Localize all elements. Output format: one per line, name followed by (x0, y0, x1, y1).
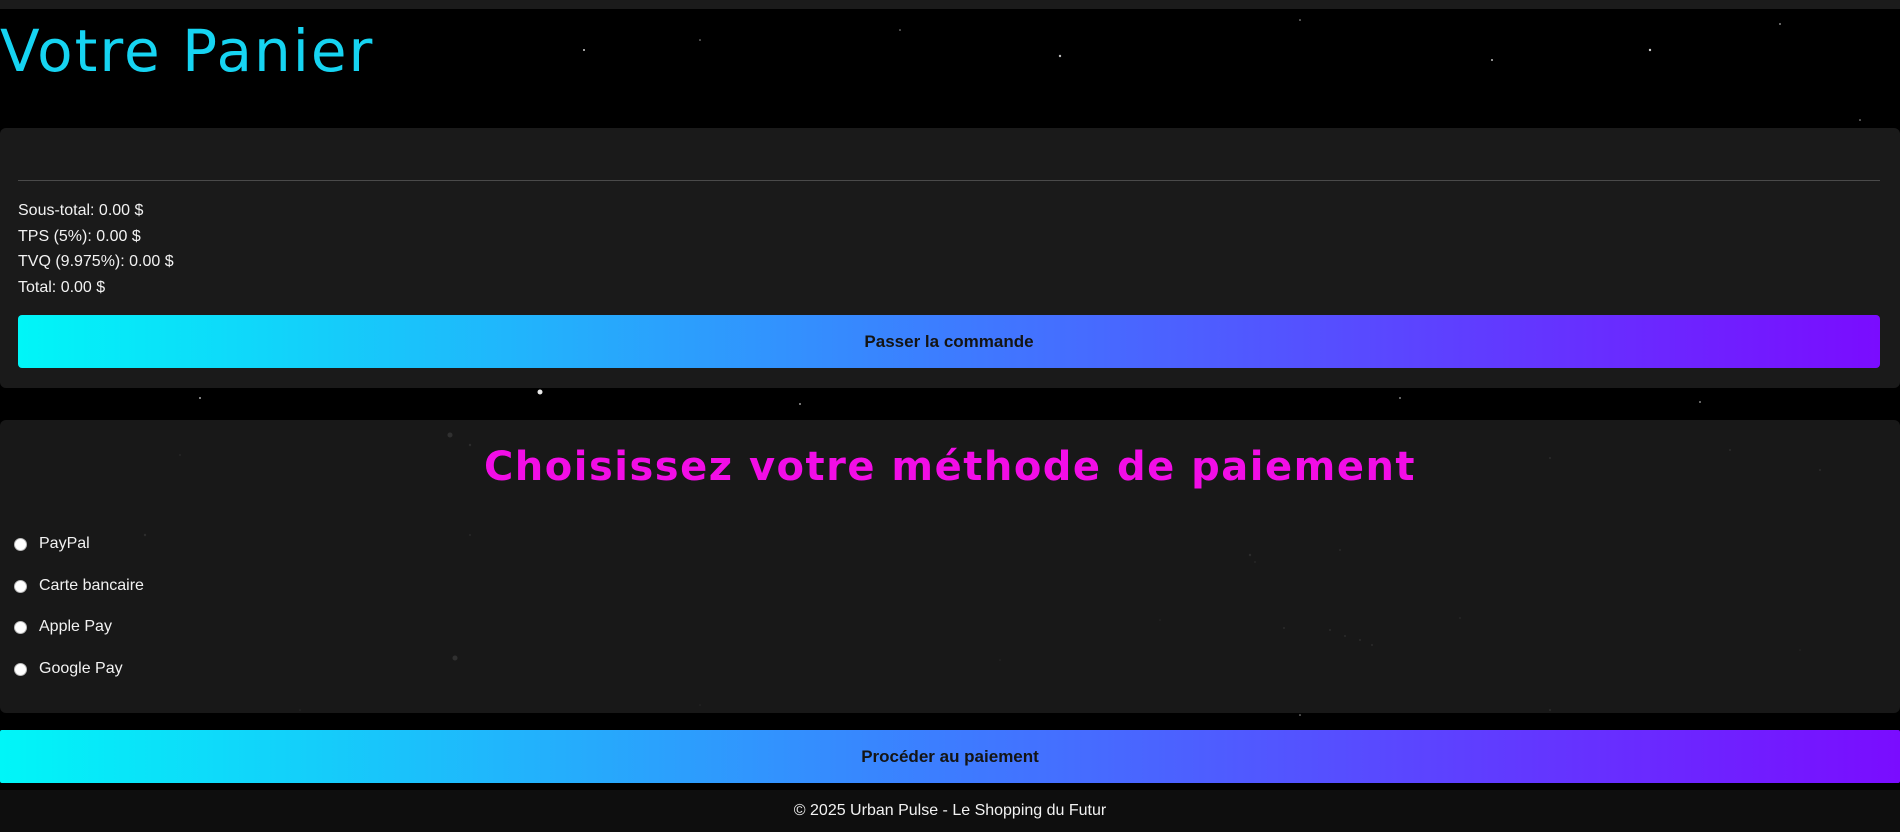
payment-option-label: Apple Pay (39, 618, 112, 635)
subtotal-text: Sous-total: 0.00 $ (18, 202, 144, 219)
cart-totals: Sous-total: 0.00 $ TPS (5%): 0.00 $ TVQ … (18, 198, 174, 300)
top-strip (0, 0, 1900, 9)
payment-option-paypal[interactable]: PayPal (14, 535, 90, 553)
cart-divider (18, 180, 1880, 181)
radio-paypal[interactable] (14, 537, 27, 551)
cart-summary-panel: Sous-total: 0.00 $ TPS (5%): 0.00 $ TVQ … (0, 128, 1900, 388)
radio-apple-pay[interactable] (14, 620, 27, 634)
checkout-button[interactable]: Passer la commande (18, 315, 1880, 368)
payment-option-label: PayPal (39, 535, 90, 552)
radio-google-pay[interactable] (14, 662, 27, 676)
payment-title: Choisissez votre méthode de paiement (483, 444, 1417, 490)
page-title: Votre Panier (0, 17, 375, 85)
radio-card[interactable] (14, 579, 27, 593)
payment-option-card[interactable]: Carte bancaire (14, 577, 144, 595)
tps-text: TPS (5%): 0.00 $ (18, 227, 141, 245)
total-text: Total: 0.00 $ (18, 278, 106, 296)
footer-text: © 2025 Urban Pulse - Le Shopping du Futu… (793, 802, 1107, 819)
payment-option-label: Carte bancaire (39, 577, 144, 594)
proceed-payment-button[interactable]: Procéder au paiement (0, 730, 1900, 783)
cart-page: Votre Panier Sous-total: 0.00 $ TPS (5%)… (0, 0, 1900, 832)
payment-option-apple-pay[interactable]: Apple Pay (14, 618, 112, 636)
payment-option-google-pay[interactable]: Google Pay (14, 660, 123, 678)
footer: © 2025 Urban Pulse - Le Shopping du Futu… (0, 790, 1900, 832)
payment-option-label: Google Pay (39, 660, 123, 677)
tvq-text: TVQ (9.975%): 0.00 $ (18, 253, 174, 270)
payment-method-panel: Choisissez votre méthode de paiement Pay… (0, 420, 1900, 713)
